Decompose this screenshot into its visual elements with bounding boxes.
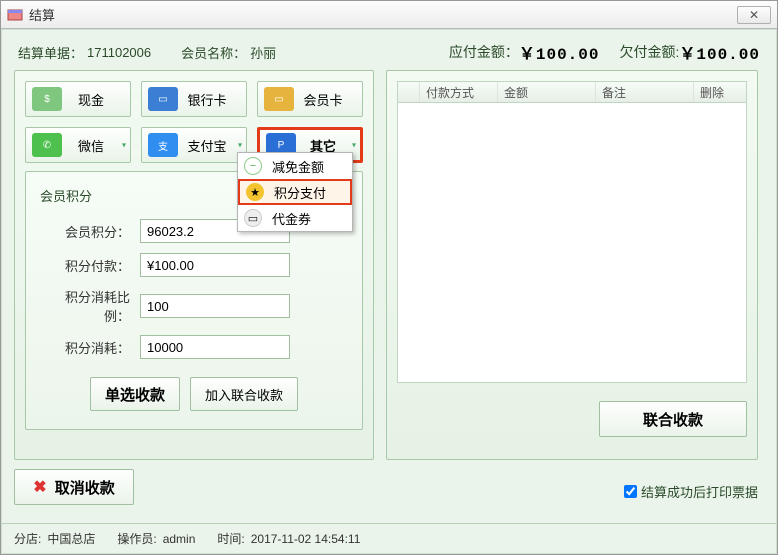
bankcard-button[interactable]: ▭ 银行卡 — [141, 81, 247, 117]
cash-button[interactable]: $ 现金 — [25, 81, 131, 117]
time-label: 时间: — [217, 530, 244, 547]
menu-item-points-pay-label: 积分支付 — [274, 183, 326, 202]
points-pay-label: 积分付款： — [40, 256, 130, 275]
col-delete: 删除 — [694, 82, 746, 102]
payment-methods: $ 现金 ▭ 银行卡 ▭ 会员卡 ✆ 微信 ▾ — [25, 81, 363, 163]
col-amount: 金额 — [498, 82, 596, 102]
reduce-icon: − — [244, 157, 262, 175]
payable-label: 应付金额： — [449, 42, 519, 62]
single-collect-button[interactable]: 单选收款 — [90, 377, 180, 411]
join-combine-button[interactable]: 加入联合收款 — [190, 377, 298, 411]
payable-value: ￥100.00 — [519, 40, 600, 64]
chevron-down-icon: ▾ — [352, 141, 356, 150]
col-method: 付款方式 — [420, 82, 498, 102]
cash-icon: $ — [32, 87, 62, 111]
titlebar: 结算 ✕ — [1, 1, 777, 29]
payments-list-panel: 付款方式 金额 备注 删除 联合收款 — [386, 70, 758, 460]
membercard-icon: ▭ — [264, 87, 294, 111]
cancel-icon: ✖ — [33, 477, 46, 497]
chevron-down-icon: ▾ — [122, 141, 126, 150]
header-row: 结算单据： 171102006 会员名称： 孙丽 应付金额： ￥100.00 欠… — [2, 30, 776, 70]
settlement-window: 结算 ✕ 结算单据： 171102006 会员名称： 孙丽 应付金额： ￥100… — [0, 0, 778, 555]
points-consume-input[interactable] — [140, 335, 290, 359]
owe-value: ￥100.00 — [679, 40, 760, 64]
wechat-label: 微信 — [62, 136, 130, 155]
time-value: 2017-11-02 14:54:11 — [251, 532, 361, 546]
combine-collect-button[interactable]: 联合收款 — [599, 401, 747, 437]
cancel-collect-label: 取消收款 — [55, 477, 115, 498]
alipay-label: 支付宝 — [178, 136, 246, 155]
other-dropdown: − 减免金额 ★ 积分支付 ▭ 代金券 — [237, 152, 353, 232]
payments-table-header: 付款方式 金额 备注 删除 — [397, 81, 747, 103]
col-remark: 备注 — [596, 82, 694, 102]
window-title: 结算 — [29, 5, 737, 24]
menu-item-reduce[interactable]: − 减免金额 — [238, 153, 352, 179]
alipay-button[interactable]: 支 支付宝 ▾ — [141, 127, 247, 163]
payments-table-body[interactable] — [397, 103, 747, 383]
print-checkbox[interactable] — [624, 485, 637, 498]
points-balance-label: 会员积分： — [40, 222, 130, 241]
menu-item-voucher[interactable]: ▭ 代金券 — [238, 205, 352, 231]
points-ratio-input[interactable] — [140, 294, 290, 318]
operator-label: 操作员: — [117, 530, 156, 547]
close-button[interactable]: ✕ — [737, 6, 771, 24]
points-pay-icon: ★ — [246, 183, 264, 201]
points-pay-input[interactable] — [140, 253, 290, 277]
print-after-settle[interactable]: 结算成功后打印票据 — [620, 482, 758, 501]
payment-panel: $ 现金 ▭ 银行卡 ▭ 会员卡 ✆ 微信 ▾ — [14, 70, 374, 460]
menu-item-reduce-label: 减免金额 — [272, 157, 324, 176]
wechat-button[interactable]: ✆ 微信 ▾ — [25, 127, 131, 163]
points-ratio-label: 积分消耗比例： — [40, 287, 130, 325]
client-area: 结算单据： 171102006 会员名称： 孙丽 应付金额： ￥100.00 欠… — [1, 29, 777, 554]
menu-item-points-pay[interactable]: ★ 积分支付 — [238, 179, 352, 205]
order-no-label: 结算单据： — [18, 43, 83, 62]
operator-value: admin — [163, 532, 196, 546]
order-no-value: 171102006 — [87, 45, 151, 60]
print-label: 结算成功后打印票据 — [641, 482, 758, 501]
membercard-button[interactable]: ▭ 会员卡 — [257, 81, 363, 117]
cash-label: 现金 — [62, 90, 130, 109]
points-consume-label: 积分消耗： — [40, 338, 130, 357]
membercard-label: 会员卡 — [294, 90, 362, 109]
branch-value: 中国总店 — [47, 530, 95, 547]
voucher-icon: ▭ — [244, 209, 262, 227]
app-icon — [7, 7, 23, 23]
chevron-down-icon: ▾ — [238, 141, 242, 150]
wechat-icon: ✆ — [32, 133, 62, 157]
col-checkbox — [398, 82, 420, 102]
statusbar: 分店: 中国总店 操作员: admin 时间: 2017-11-02 14:54… — [2, 523, 776, 553]
cancel-collect-button[interactable]: ✖ 取消收款 — [14, 469, 134, 505]
member-name-value: 孙丽 — [250, 43, 276, 62]
branch-label: 分店: — [14, 530, 41, 547]
alipay-icon: 支 — [148, 133, 178, 157]
member-name-label: 会员名称： — [181, 43, 246, 62]
bankcard-label: 银行卡 — [178, 90, 246, 109]
owe-label: 欠付金额: — [619, 42, 679, 62]
bankcard-icon: ▭ — [148, 87, 178, 111]
menu-item-voucher-label: 代金券 — [272, 209, 311, 228]
